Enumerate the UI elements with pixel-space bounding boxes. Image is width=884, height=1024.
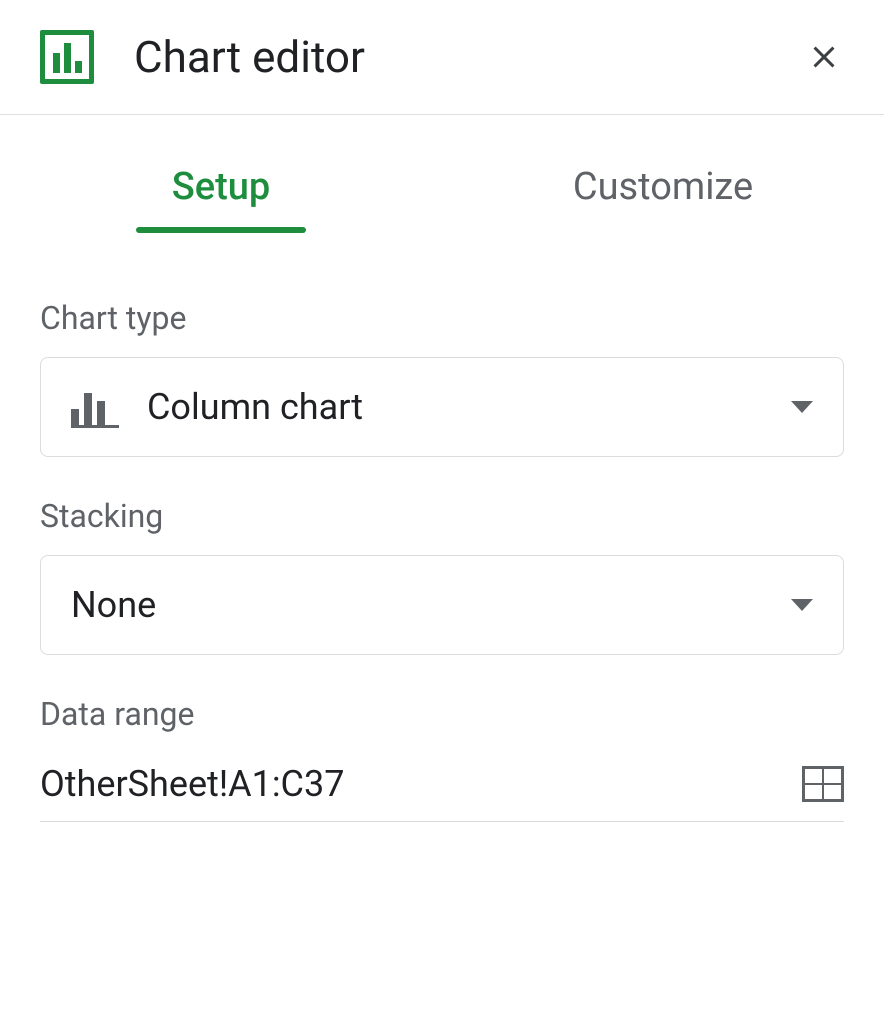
close-button[interactable] xyxy=(804,37,844,77)
column-chart-icon xyxy=(71,386,119,428)
tab-setup[interactable]: Setup xyxy=(0,135,442,229)
panel-title: Chart editor xyxy=(134,31,804,83)
data-range-label: Data range xyxy=(40,695,844,733)
chart-type-label: Chart type xyxy=(40,299,844,337)
data-range-row xyxy=(40,753,844,822)
chart-editor-header: Chart editor xyxy=(0,0,884,115)
chart-icon xyxy=(40,30,94,84)
data-range-input[interactable] xyxy=(40,753,782,815)
stacking-dropdown[interactable]: None xyxy=(40,555,844,655)
chevron-down-icon xyxy=(791,401,813,413)
setup-content: Chart type Column chart Stacking None Da… xyxy=(0,229,884,822)
stacking-label: Stacking xyxy=(40,497,844,535)
chart-type-dropdown[interactable]: Column chart xyxy=(40,357,844,457)
close-icon xyxy=(806,39,842,75)
chart-type-value: Column chart xyxy=(147,386,791,428)
tab-customize[interactable]: Customize xyxy=(442,135,884,229)
stacking-value: None xyxy=(71,584,791,626)
select-data-range-button[interactable] xyxy=(802,766,844,802)
tabs: Setup Customize xyxy=(0,135,884,229)
chevron-down-icon xyxy=(791,599,813,611)
